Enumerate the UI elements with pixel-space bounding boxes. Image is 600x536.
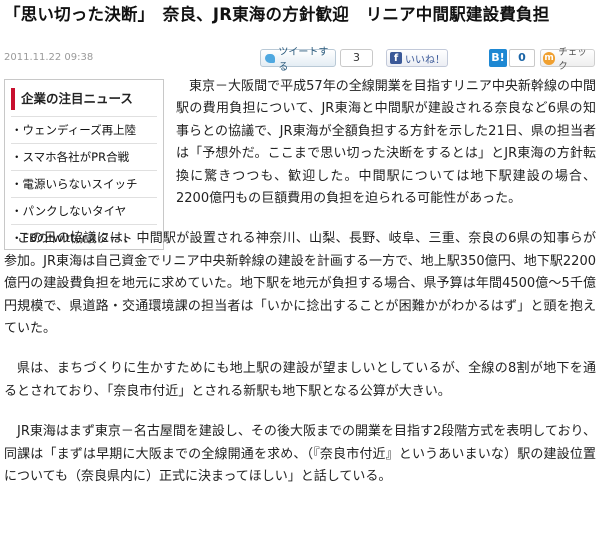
article-headline: 「思い切った決断」 奈良、JR東海の方針歓迎 リニア中間駅建設費負担 (4, 5, 550, 24)
article-body: 東京－大阪間で平成57年の全線開業を目指すリニア中央新幹線の中間駅の費用負担につ… (4, 76, 596, 489)
tweet-count: 3 (340, 49, 373, 67)
check-label: チェック (558, 47, 587, 72)
tweet-label: ツイートする (278, 47, 329, 73)
article-date: 2011.11.22 09:38 (4, 52, 94, 63)
facebook-like-button[interactable]: f いいね！ (386, 49, 448, 67)
tweet-button[interactable]: ツイートする (260, 47, 336, 73)
mixi-icon: m (543, 51, 556, 65)
twitter-bird-icon (265, 53, 276, 63)
like-label: いいね！ (405, 54, 445, 66)
hatena-bookmark-count: 0 (509, 49, 535, 67)
facebook-icon: f (390, 52, 402, 64)
article-paragraph: 県は、まちづくりに生かすためにも地上駅の建設が望ましいとしているが、全線の8割が… (4, 361, 596, 399)
mixi-check-button[interactable]: m チェック (540, 47, 595, 72)
article-paragraph: JR東海はまず東京－名古屋間を建設し、その後大阪までの開業を目指す2段階方式を表… (4, 424, 596, 485)
article-page: 「思い切った決断」 奈良、JR東海の方針歓迎 リニア中間駅建設費負担 2011.… (0, 0, 600, 536)
article-paragraph: この日の協議には、中間駅が設置される神奈川、山梨、長野、岐阜、三重、奈良の6県の… (4, 231, 596, 337)
article-paragraph: 東京－大阪間で平成57年の全線開業を目指すリニア中央新幹線の中間駅の費用負担につ… (176, 79, 596, 207)
hatena-bookmark-button[interactable]: B! (489, 49, 507, 67)
